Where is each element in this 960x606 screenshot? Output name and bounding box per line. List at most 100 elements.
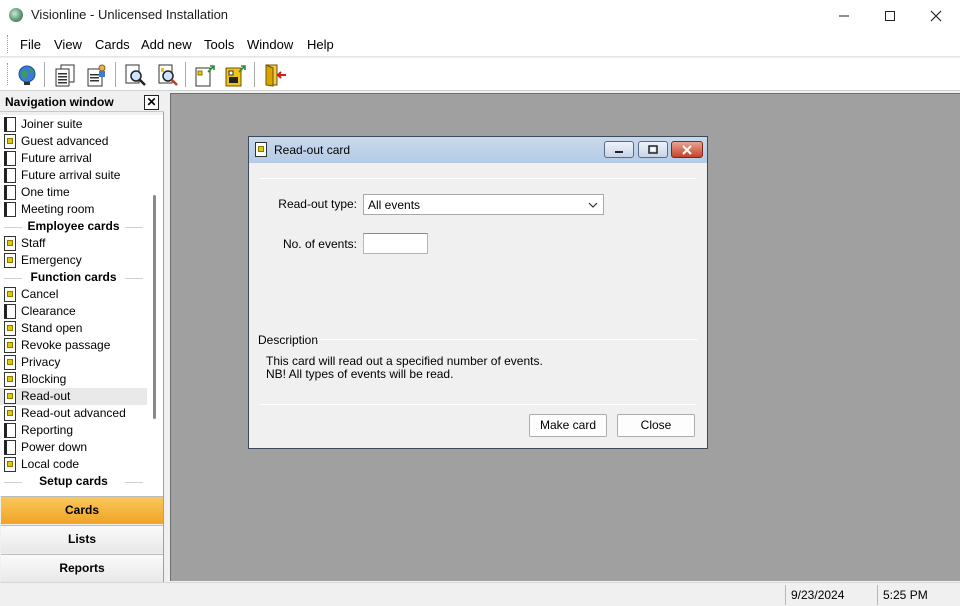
card-icon	[4, 253, 16, 268]
card-icon	[4, 338, 16, 353]
close-window-button[interactable]	[913, 0, 959, 31]
cards-tab[interactable]: Cards	[1, 496, 163, 524]
nav-item[interactable]: Reporting	[0, 422, 147, 439]
card-user-button[interactable]	[85, 63, 109, 87]
nav-item[interactable]: Clearance	[0, 303, 147, 320]
globe-button[interactable]	[15, 63, 39, 87]
maximize-button[interactable]	[867, 0, 913, 31]
nav-item-label: Staff	[21, 236, 46, 250]
menu-add-new[interactable]: Add new	[141, 37, 192, 52]
nav-group-header: Setup cards	[0, 473, 147, 490]
make-card-button[interactable]: Make card	[529, 414, 607, 437]
nav-item-label: Read-out advanced	[21, 406, 126, 420]
nav-item[interactable]: Stand open	[0, 320, 147, 337]
nav-item[interactable]: Joiner suite	[0, 116, 147, 133]
nav-item-label: Local code	[21, 457, 80, 471]
menu-tools[interactable]: Tools	[204, 37, 234, 52]
nav-item[interactable]: Power down	[0, 439, 147, 456]
status-date: 9/23/2024	[785, 585, 874, 605]
nav-item[interactable]: Future arrival suite	[0, 167, 147, 184]
toolbar	[0, 58, 960, 91]
nav-item-label: Reporting	[21, 423, 74, 437]
minimize-button[interactable]	[821, 0, 867, 31]
menu-cards[interactable]: Cards	[95, 37, 130, 52]
nav-item[interactable]: Blocking	[0, 371, 147, 388]
nav-item-label: Future arrival	[21, 151, 92, 165]
dialog-minimize-button[interactable]	[604, 141, 634, 158]
dialog-title-bar: Read-out card	[249, 137, 707, 163]
card-icon	[4, 236, 16, 251]
new-card-button[interactable]	[193, 63, 217, 87]
card-icon	[4, 185, 16, 200]
navigation-scrollbar[interactable]	[147, 115, 163, 496]
reports-tab[interactable]: Reports	[1, 554, 163, 582]
card-icon	[4, 134, 16, 149]
title-bar: Visionline - Unlicensed Installation	[0, 0, 960, 31]
app-icon	[9, 8, 23, 22]
dialog-close-button[interactable]	[671, 141, 703, 158]
nav-item-label: Cancel	[21, 287, 59, 301]
menu-help[interactable]: Help	[307, 37, 334, 52]
dialog-restore-button[interactable]	[638, 141, 668, 158]
close-dialog-button[interactable]: Close	[617, 414, 695, 437]
card-icon	[4, 440, 16, 455]
card-list-button[interactable]	[53, 63, 77, 87]
read-out-type-label: Read-out type:	[278, 197, 357, 211]
nav-item-label: Meeting room	[21, 202, 95, 216]
nav-item[interactable]: Future arrival	[0, 150, 147, 167]
scrollbar-thumb[interactable]	[153, 195, 156, 419]
nav-group-label: Employee cards	[27, 219, 120, 233]
nav-group-header: Function cards	[0, 269, 147, 286]
card-icon	[4, 151, 16, 166]
menu-window[interactable]: Window	[247, 37, 293, 52]
search-page-button[interactable]	[155, 63, 179, 87]
buttons-separator	[259, 404, 696, 405]
logout-button[interactable]	[263, 63, 287, 87]
nav-item[interactable]: Emergency	[0, 252, 147, 269]
nav-item[interactable]: Local code	[0, 456, 147, 473]
read-out-card-dialog: Read-out card Read-out type: All events …	[248, 136, 708, 449]
nav-item[interactable]: Guest advanced	[0, 133, 147, 150]
lists-tab[interactable]: Lists	[1, 525, 163, 553]
menu-view[interactable]: View	[54, 37, 82, 52]
nav-item[interactable]: Cancel	[0, 286, 147, 303]
nav-item[interactable]: Meeting room	[0, 201, 147, 218]
events-count-label: No. of events:	[282, 237, 357, 251]
navigation-close-button[interactable]: ✕	[144, 95, 159, 110]
toolbar-separator	[185, 62, 186, 87]
read-out-type-value: All events	[368, 198, 421, 212]
nav-item[interactable]: Privacy	[0, 354, 147, 371]
read-out-type-select[interactable]: All events	[363, 194, 604, 215]
navigation-list: Joiner suite Guest advanced Future arrival…	[0, 115, 147, 496]
nav-item[interactable]: One time	[0, 184, 147, 201]
nav-item-label: One time	[21, 185, 70, 199]
status-time: 5:25 PM	[877, 585, 960, 605]
search-page-icon	[158, 64, 178, 86]
nav-item[interactable]: Staff	[0, 235, 147, 252]
close-icon: ✕	[146, 95, 157, 109]
nav-item-label: Revoke passage	[21, 338, 111, 352]
maximize-icon	[885, 10, 895, 21]
nav-item[interactable]: Read-out	[0, 388, 147, 405]
menu-file[interactable]: File	[20, 37, 41, 52]
nav-item[interactable]: Revoke passage	[0, 337, 147, 354]
encode-card-icon	[225, 65, 246, 87]
nav-item-label: Clearance	[21, 304, 76, 318]
navigation-title: Navigation window	[5, 95, 114, 109]
toolbar-separator	[44, 62, 45, 87]
menu-bar: File View Cards Add new Tools Window Hel…	[0, 31, 960, 57]
new-card-icon	[195, 65, 215, 87]
nav-group-label: Function cards	[30, 270, 117, 284]
nav-item[interactable]: Read-out advanced	[0, 405, 147, 422]
nav-item-label: Emergency	[21, 253, 82, 267]
nav-item-label: Joiner suite	[21, 117, 83, 131]
search-card-button[interactable]	[123, 63, 147, 87]
card-icon	[4, 372, 16, 387]
nav-item-label: Power down	[21, 440, 88, 454]
encode-card-button[interactable]	[224, 63, 248, 87]
description-line-1: This card will read out a specified numb…	[266, 354, 543, 368]
nav-item-label: Blocking	[21, 372, 67, 386]
events-count-input[interactable]	[363, 233, 428, 254]
dialog-title: Read-out card	[274, 143, 351, 157]
dialog-separator	[259, 178, 696, 179]
